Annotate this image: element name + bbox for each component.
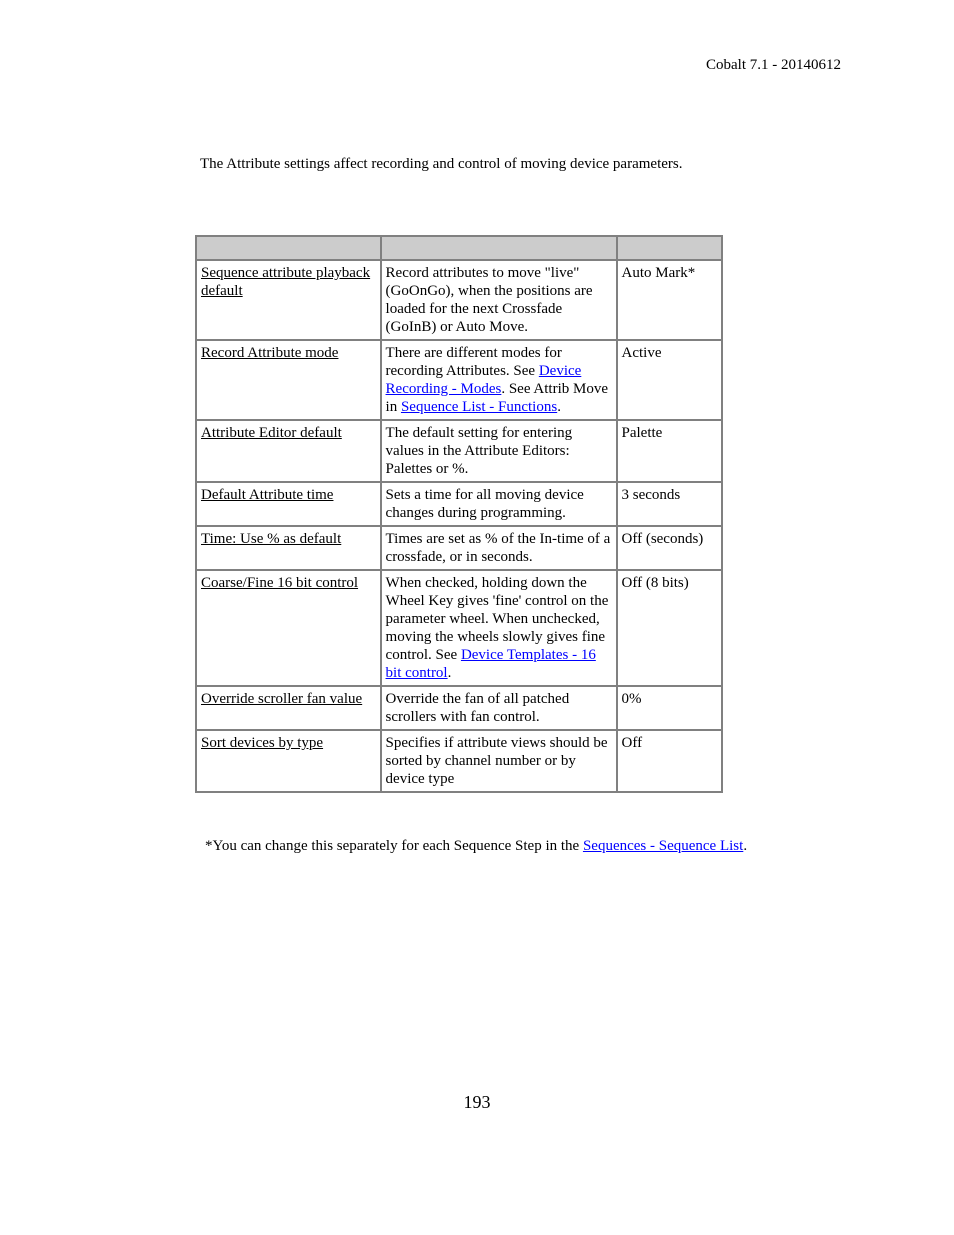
setting-name: Coarse/Fine 16 bit control [201, 575, 359, 591]
setting-default-cell: Palette [615, 419, 724, 483]
table-row: Coarse/Fine 16 bit control When checked, … [195, 569, 724, 687]
setting-name: Sequence attribute playback default [201, 265, 371, 299]
setting-default-cell: Off (8 bits) [615, 569, 724, 687]
description-text: Times are set as % of the In-time of a c… [385, 531, 611, 565]
setting-name: Override scroller fan value [201, 691, 363, 707]
table-row: Attribute Editor default The default sett… [195, 419, 724, 483]
table-header-cell [195, 235, 382, 261]
setting-name: Time: Use % as default [201, 531, 342, 547]
setting-name-cell: Time: Use % as default [195, 525, 382, 571]
table-header-cell [379, 235, 618, 261]
description-text: Sets a time for all moving device change… [385, 487, 584, 521]
description-text: The default setting for entering values … [385, 425, 573, 477]
setting-name: Attribute Editor default [201, 425, 342, 441]
setting-default-cell: Off [615, 729, 724, 793]
description-text: . [447, 665, 452, 681]
setting-default-cell: Active [615, 339, 724, 421]
table-row: Sort devices by type Specifies if attribu… [195, 729, 724, 793]
setting-default-cell: Off (seconds) [615, 525, 724, 571]
setting-description-cell: Times are set as % of the In-time of a c… [379, 525, 618, 571]
setting-name: Sort devices by type [201, 735, 324, 751]
setting-description-cell: When checked, holding down the Wheel Key… [379, 569, 618, 687]
setting-default-cell: 3 seconds [615, 481, 724, 527]
description-link[interactable]: Sequence List - Functions [401, 399, 557, 415]
table-header-cell [615, 235, 724, 261]
setting-name-cell: Override scroller fan value [195, 685, 382, 731]
description-text: . [557, 399, 561, 415]
setting-name-cell: Attribute Editor default [195, 419, 382, 483]
setting-description-cell: Override the fan of all patched scroller… [379, 685, 618, 731]
footnote: *You can change this separately for each… [205, 837, 747, 855]
footnote-link-sequence-list[interactable]: Sequences - Sequence List [583, 838, 743, 854]
intro-paragraph: The Attribute settings affect recording … [200, 156, 683, 172]
description-text: There are different modes for recording … [385, 345, 562, 379]
table-row: Record Attribute mode There are different… [195, 339, 724, 421]
description-text: Specifies if attribute views should be s… [385, 735, 608, 787]
table-body: Sequence attribute playback default Recor… [195, 259, 724, 793]
setting-default-cell: Auto Mark* [615, 259, 724, 341]
footnote-suffix: . [743, 838, 748, 854]
table-row: Sequence attribute playback default Recor… [195, 259, 724, 341]
setting-default-cell: 0% [615, 685, 724, 731]
setting-name: Record Attribute mode [201, 345, 339, 361]
description-text: Record attributes to move "live" (GoOnGo… [385, 265, 593, 335]
attribute-settings-table: Sequence attribute playback default Recor… [195, 235, 724, 793]
table-row: Time: Use % as default Times are set as %… [195, 525, 724, 571]
setting-name-cell: Default Attribute time [195, 481, 382, 527]
page-number: 193 [463, 1092, 491, 1112]
setting-description-cell: Specifies if attribute views should be s… [379, 729, 618, 793]
setting-name: Default Attribute time [201, 487, 334, 503]
description-text: Override the fan of all patched scroller… [385, 691, 570, 725]
table-row: Override scroller fan value Override the … [195, 685, 724, 731]
setting-description-cell: Record attributes to move "live" (GoOnGo… [379, 259, 618, 341]
table-header-row [195, 235, 724, 261]
setting-description-cell: The default setting for entering values … [379, 419, 618, 483]
setting-description-cell: Sets a time for all moving device change… [379, 481, 618, 527]
setting-description-cell: There are different modes for recording … [379, 339, 618, 421]
setting-name-cell: Coarse/Fine 16 bit control [195, 569, 382, 687]
footnote-text: *You can change this separately for each… [205, 838, 583, 854]
running-header: Cobalt 7.1 - 20140612 [706, 57, 841, 73]
setting-name-cell: Sort devices by type [195, 729, 382, 793]
setting-name-cell: Sequence attribute playback default [195, 259, 382, 341]
table-row: Default Attribute time Sets a time for al… [195, 481, 724, 527]
setting-name-cell: Record Attribute mode [195, 339, 382, 421]
